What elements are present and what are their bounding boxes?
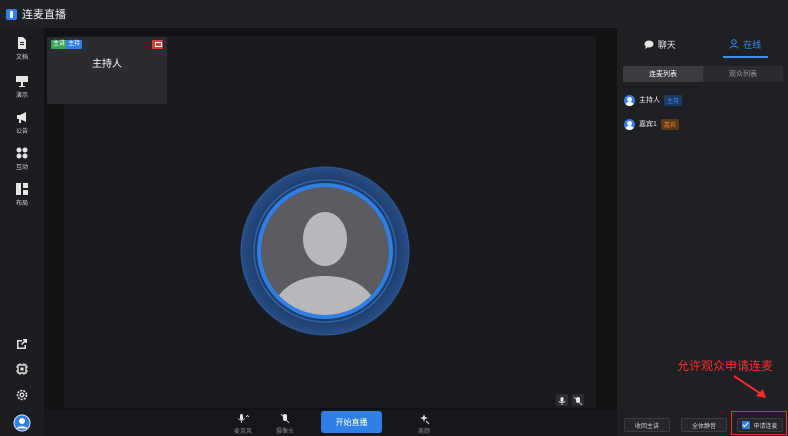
beauty-label: 美颜 — [418, 429, 431, 435]
microphone-label: 麦克风 — [234, 429, 253, 435]
tab-online[interactable]: 在线 — [703, 28, 788, 60]
member-name: 主持人 — [639, 97, 660, 104]
sidebar-item-label: 公告 — [15, 129, 28, 135]
video-mic-toggle[interactable] — [556, 394, 568, 406]
interaction-icon — [16, 147, 28, 159]
document-icon — [18, 37, 26, 49]
chip-icon[interactable] — [15, 362, 29, 376]
microphone-control[interactable]: 麦克风 — [234, 413, 252, 435]
tab-chat[interactable]: 聊天 — [617, 28, 703, 60]
mute-all-button[interactable]: 全体静音 — [681, 418, 727, 432]
video-camera-toggle[interactable] — [572, 394, 584, 406]
user-avatar-icon[interactable] — [13, 414, 31, 432]
member-name: 嘉宾1 — [639, 121, 657, 128]
camera-off-icon[interactable] — [152, 40, 163, 49]
member-avatar-icon — [624, 118, 635, 130]
annotation-arrow-icon — [733, 375, 766, 398]
sidebar-item-interaction[interactable]: 互动 — [0, 146, 44, 171]
mic-icon — [558, 397, 566, 405]
app-logo-icon — [6, 8, 17, 20]
sidebar: 文档 演示 公告 互动 布局 — [0, 28, 44, 436]
annotation-text: 允许观众申请连麦 — [677, 359, 774, 373]
bottom-toolbar: 麦克风 摄像头 开始直播 美颜 — [44, 410, 617, 436]
camera-off-icon — [573, 396, 583, 406]
share-out-icon[interactable] — [15, 337, 29, 351]
list-item[interactable]: 嘉宾1 嘉宾 — [624, 117, 679, 131]
member-role-badge: 主持 — [664, 94, 683, 106]
magic-wand-icon — [420, 414, 430, 425]
apply-mic-toggle[interactable]: 申请连麦 — [737, 418, 783, 432]
member-role-badge: 嘉宾 — [660, 118, 679, 130]
sidebar-item-label: 互动 — [15, 165, 28, 171]
sidebar-item-document[interactable]: 文档 — [0, 36, 44, 61]
panel-tabs: 聊天 在线 — [617, 28, 788, 60]
camera-control[interactable]: 摄像头 — [276, 413, 294, 435]
sidebar-item-label: 演示 — [15, 93, 28, 99]
apply-mic-label: 申请连麦 — [753, 423, 778, 430]
subtab-audience-list[interactable]: 观众列表 — [703, 66, 783, 82]
sidebar-item-label: 布局 — [15, 201, 28, 207]
revoke-speaker-button[interactable]: 收回主讲 — [624, 418, 670, 432]
start-live-button[interactable]: 开始直播 — [321, 411, 382, 433]
host-badge: 主持 — [66, 40, 83, 49]
presentation-icon — [16, 76, 28, 87]
tab-online-label: 在线 — [743, 39, 762, 50]
sidebar-item-layout[interactable]: 布局 — [0, 182, 44, 207]
panel-subtabs: 连麦列表 观众列表 — [623, 66, 783, 82]
subtab-mic-list[interactable]: 连麦列表 — [623, 66, 703, 82]
sidebar-item-announcement[interactable]: 公告 — [0, 110, 44, 135]
sidebar-item-presentation[interactable]: 演示 — [0, 74, 44, 99]
camera-label: 摄像头 — [276, 429, 295, 435]
title-bar: 连麦直播 — [0, 0, 788, 28]
camera-off-icon — [280, 413, 290, 424]
checkbox-checked-icon[interactable] — [742, 421, 751, 429]
host-video-card[interactable]: 主讲 主持 主持人 — [47, 37, 167, 104]
member-avatar-icon — [624, 94, 635, 106]
default-avatar — [240, 166, 410, 336]
chat-bubble-icon — [644, 40, 654, 49]
window-title: 连麦直播 — [22, 9, 66, 21]
host-card-name: 主持人 — [92, 59, 122, 70]
microphone-icon — [238, 414, 250, 423]
megaphone-icon — [17, 112, 26, 123]
list-item[interactable]: 主持人 主持 — [624, 93, 683, 107]
tab-chat-label: 聊天 — [657, 39, 676, 50]
settings-icon[interactable] — [15, 388, 29, 402]
sidebar-item-label: 文档 — [15, 55, 28, 61]
speaker-badge: 主讲 — [51, 40, 68, 49]
person-icon — [729, 39, 739, 49]
layout-icon — [16, 183, 28, 195]
beauty-control[interactable]: 美颜 — [418, 413, 430, 435]
